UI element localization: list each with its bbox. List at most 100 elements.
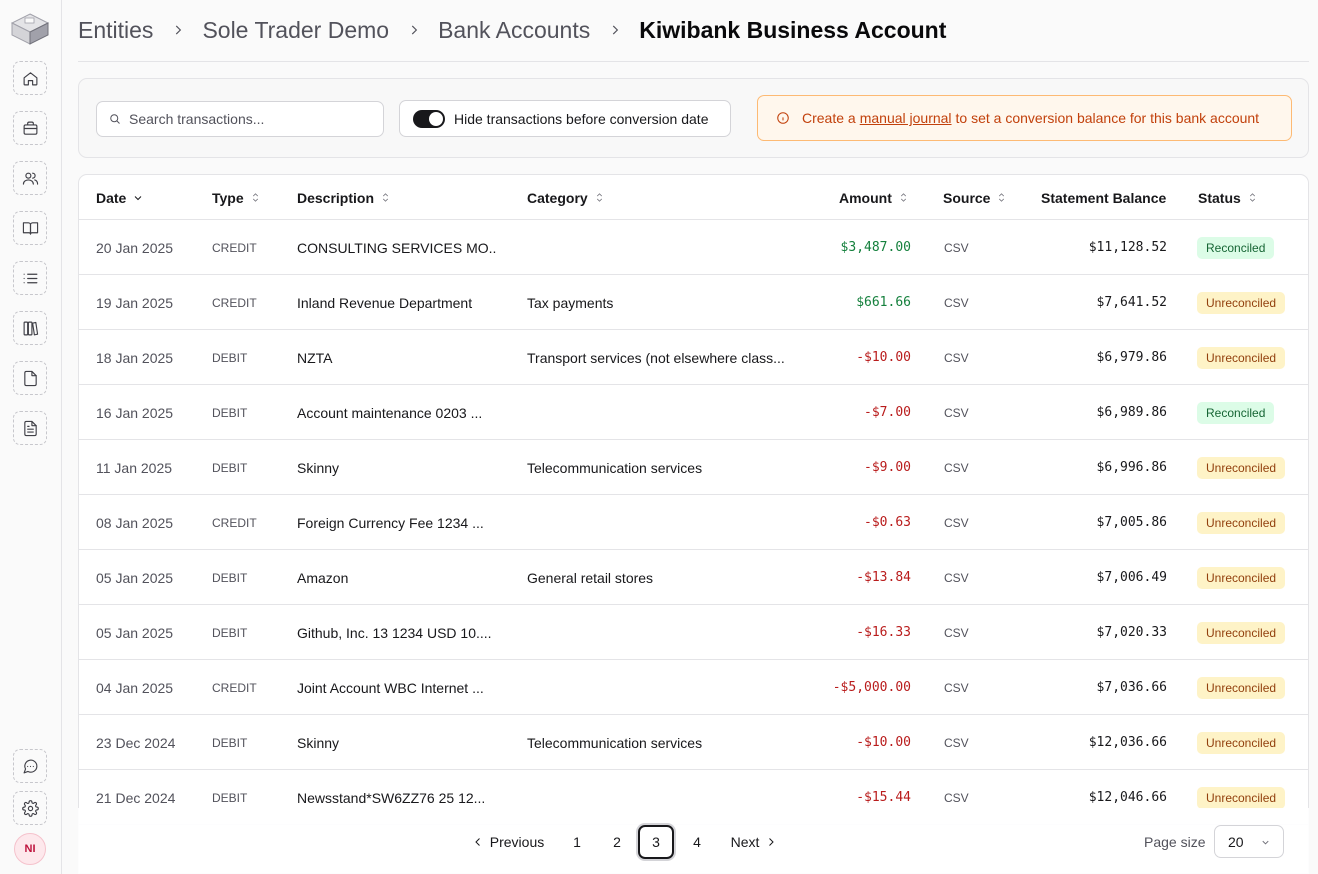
- column-header-source[interactable]: Source: [943, 175, 1007, 220]
- status-badge[interactable]: Reconciled: [1197, 401, 1275, 424]
- status-badge[interactable]: Unreconciled: [1197, 346, 1286, 369]
- column-header-category[interactable]: Category: [527, 175, 605, 220]
- column-header-description[interactable]: Description: [297, 175, 391, 220]
- nav-book-button[interactable]: [13, 211, 47, 245]
- user-avatar[interactable]: NI: [14, 833, 46, 865]
- status-badge[interactable]: Unreconciled: [1197, 786, 1286, 809]
- breadcrumb: Entities Sole Trader Demo Bank Accounts …: [78, 14, 946, 46]
- cell-amount: -$9.00: [864, 460, 911, 475]
- sort-icon: [252, 193, 258, 202]
- cell-type: CREDIT: [212, 240, 257, 255]
- search-box[interactable]: [96, 101, 384, 137]
- column-header-date[interactable]: Date: [96, 175, 144, 220]
- cell-statement-balance: $11,128.52: [1088, 240, 1167, 255]
- cell-source: CSV: [944, 735, 969, 750]
- status-badge[interactable]: Unreconciled: [1197, 731, 1286, 754]
- cell-description: NZTA: [297, 349, 333, 366]
- cell-source: CSV: [944, 515, 969, 530]
- cell-description: Github, Inc. 13 1234 USD 10....: [297, 624, 492, 641]
- cell-category: Transport services (not elsewhere class.…: [527, 349, 785, 366]
- nav-list-button[interactable]: [13, 261, 47, 295]
- cell-source: CSV: [944, 240, 969, 255]
- cell-type: DEBIT: [212, 350, 248, 365]
- page-3-button[interactable]: 3: [638, 825, 674, 859]
- column-header-status[interactable]: Status: [1198, 175, 1258, 220]
- cell-statement-balance: $7,036.66: [1096, 680, 1167, 695]
- cell-status: Unreconciled: [1197, 495, 1307, 550]
- column-label: Statement Balance: [1041, 189, 1167, 206]
- nav-settings-button[interactable]: [13, 791, 47, 825]
- cell-description: Amazon: [297, 569, 349, 586]
- chevron-right-icon: [608, 23, 622, 37]
- nav-briefcase-button[interactable]: [13, 111, 47, 145]
- search-input[interactable]: [129, 111, 369, 127]
- sort-descending-icon: [135, 195, 142, 200]
- cell-category: Tax payments: [527, 294, 614, 311]
- page-2-button[interactable]: 2: [600, 825, 634, 859]
- hide-before-conversion-toggle[interactable]: Hide transactions before conversion date: [399, 100, 731, 137]
- breadcrumb-entities[interactable]: Entities: [78, 17, 153, 44]
- table-row[interactable]: 05 Jan 2025 DEBIT Github, Inc. 13 1234 USD…: [79, 605, 1308, 660]
- cell-amount: -$7.00: [864, 405, 911, 420]
- column-header-amount[interactable]: Amount: [839, 175, 909, 220]
- cell-category: [527, 605, 799, 660]
- page-number: 3: [652, 834, 660, 850]
- cell-description: Skinny: [297, 734, 340, 751]
- cell-statement-balance: $6,989.86: [1096, 405, 1167, 420]
- table-row[interactable]: 18 Jan 2025 DEBIT NZTA Transport services (…: [79, 330, 1308, 385]
- cell-description: Account maintenance 0203 ...: [297, 404, 483, 421]
- table-row[interactable]: 05 Jan 2025 DEBIT Amazon General retail sto…: [79, 550, 1308, 605]
- cell-type: CREDIT: [212, 515, 257, 530]
- status-badge[interactable]: Unreconciled: [1197, 676, 1286, 699]
- users-icon: [22, 172, 38, 185]
- previous-page-button[interactable]: Previous: [468, 825, 548, 859]
- table-row[interactable]: 19 Jan 2025 CREDIT Inland Revenue Departme…: [79, 275, 1308, 330]
- table-row[interactable]: 04 Jan 2025 CREDIT Joint Account WBC Inter…: [79, 660, 1308, 715]
- avatar-initials: NI: [24, 843, 36, 855]
- status-badge[interactable]: Unreconciled: [1197, 566, 1286, 589]
- table-row[interactable]: 08 Jan 2025 CREDIT Foreign Currency Fee 12…: [79, 495, 1308, 550]
- app-logo[interactable]: [10, 12, 50, 46]
- table-row[interactable]: 23 Dec 2024 DEBIT Skinny Telecommunication …: [79, 715, 1308, 770]
- nav-home-button[interactable]: [13, 61, 47, 95]
- status-badge[interactable]: Unreconciled: [1197, 456, 1286, 479]
- page-1-button[interactable]: 1: [560, 825, 594, 859]
- page-size-select[interactable]: 20: [1214, 825, 1284, 858]
- column-label: Amount: [839, 189, 892, 206]
- column-header-statement-balance: Statement Balance: [1041, 175, 1166, 220]
- status-badge[interactable]: Unreconciled: [1197, 621, 1286, 644]
- table-row[interactable]: 16 Jan 2025 DEBIT Account maintenance 0203…: [79, 385, 1308, 440]
- table-row[interactable]: 11 Jan 2025 DEBIT Skinny Telecommunication …: [79, 440, 1308, 495]
- nav-file-button[interactable]: [13, 361, 47, 395]
- breadcrumb-bank-accounts[interactable]: Bank Accounts: [438, 17, 590, 44]
- manual-journal-link[interactable]: manual journal: [860, 110, 952, 126]
- briefcase-icon: [23, 121, 37, 135]
- column-header-type[interactable]: Type: [212, 175, 261, 220]
- toggle-switch[interactable]: [413, 109, 445, 128]
- cell-category: [527, 495, 799, 550]
- cell-statement-balance: $7,005.86: [1096, 515, 1167, 530]
- nav-library-button[interactable]: [13, 311, 47, 345]
- status-badge[interactable]: Unreconciled: [1197, 291, 1286, 314]
- cell-status: Unreconciled: [1197, 605, 1307, 660]
- cell-date: 19 Jan 2025: [96, 294, 174, 311]
- cell-date: 11 Jan 2025: [96, 459, 173, 476]
- page-4-button[interactable]: 4: [680, 825, 714, 859]
- cell-type: CREDIT: [212, 680, 257, 695]
- nav-document-button[interactable]: [13, 411, 47, 445]
- nav-chat-button[interactable]: [13, 749, 47, 783]
- breadcrumb-entity[interactable]: Sole Trader Demo: [202, 17, 389, 44]
- cell-amount: $3,487.00: [840, 240, 911, 255]
- nav-users-button[interactable]: [13, 161, 47, 195]
- cell-status: Reconciled: [1197, 220, 1307, 275]
- page-number: 2: [613, 834, 621, 850]
- previous-label: Previous: [489, 834, 545, 850]
- conversion-balance-alert: Create a manual journal to set a convers…: [757, 95, 1292, 141]
- status-badge[interactable]: Reconciled: [1197, 236, 1275, 259]
- cell-type: CREDIT: [212, 295, 257, 310]
- status-badge[interactable]: Unreconciled: [1197, 511, 1286, 534]
- table-row[interactable]: 20 Jan 2025 CREDIT CONSULTING SERVICES MO.…: [79, 220, 1308, 275]
- cell-type: DEBIT: [212, 625, 248, 640]
- transactions-table: Date Type Description Category Amount So…: [78, 174, 1309, 874]
- next-page-button[interactable]: Next: [724, 825, 784, 859]
